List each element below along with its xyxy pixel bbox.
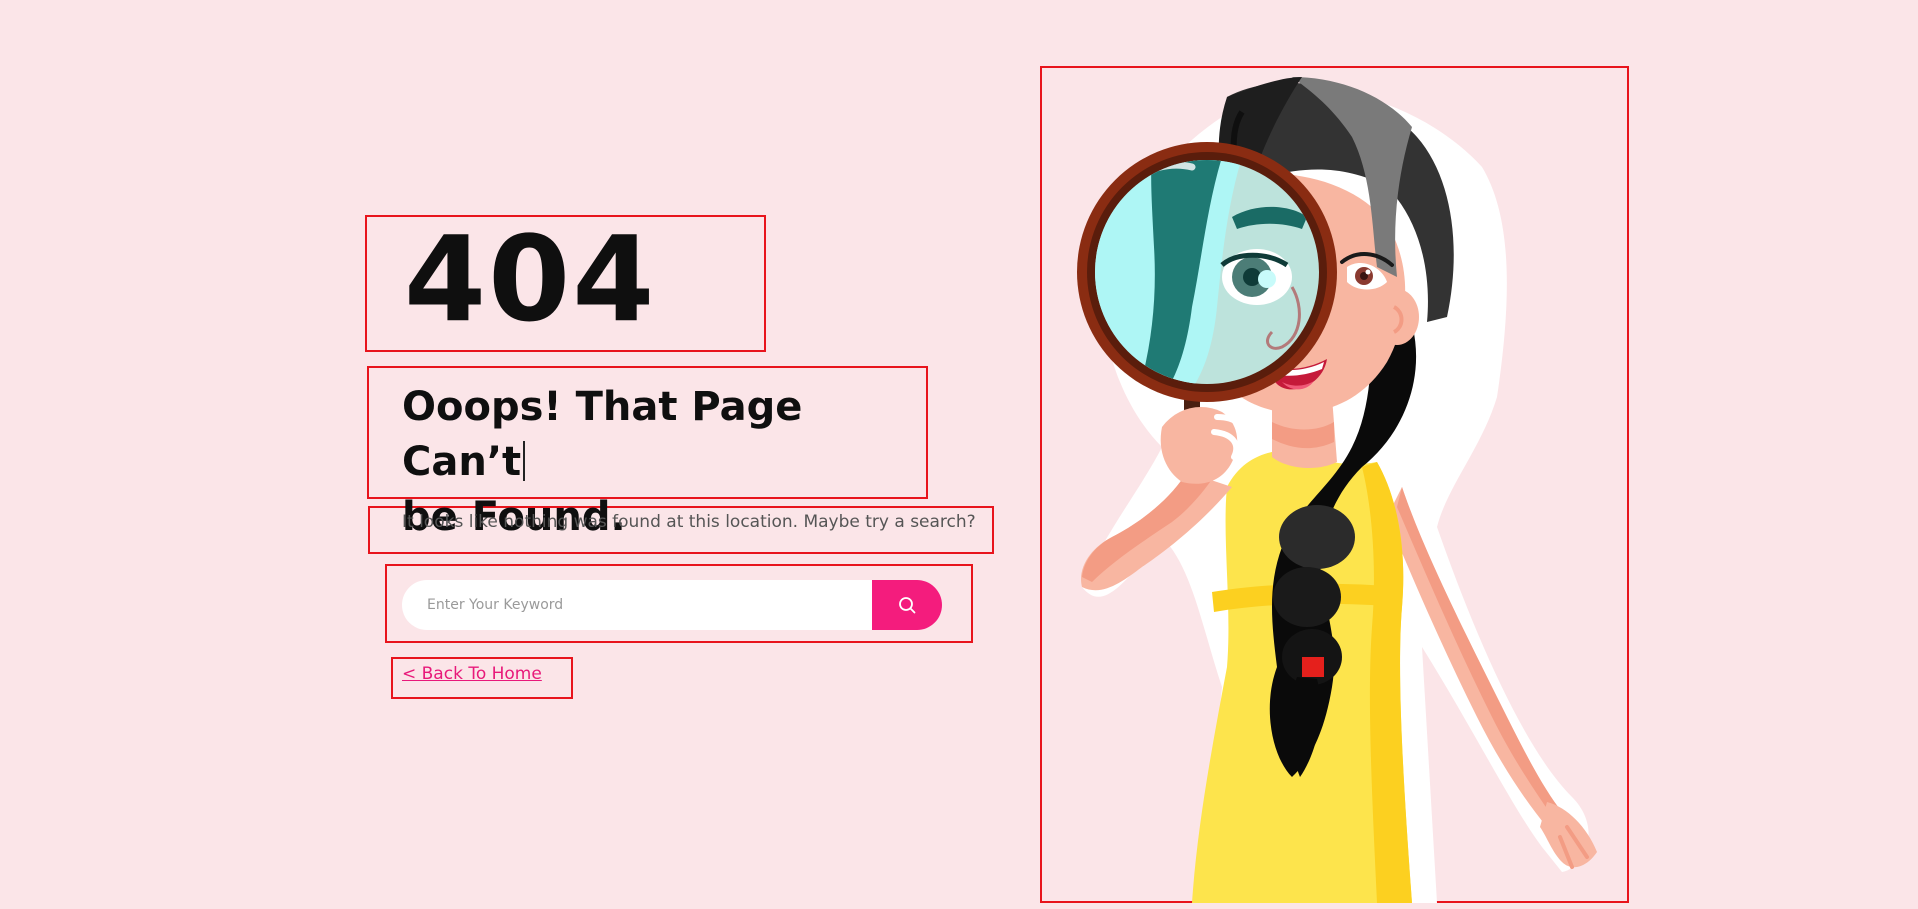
search-icon — [899, 597, 916, 614]
girl-with-magnifier-illustration — [1077, 77, 1597, 903]
error-code: 404 — [404, 210, 657, 348]
error-description: It looks like nothing was found at this … — [402, 512, 976, 532]
back-to-home-link[interactable]: < Back To Home — [402, 664, 542, 684]
search-input[interactable] — [402, 580, 872, 630]
page-title-line1: Ooops! That Page Can’t — [402, 384, 803, 485]
search-button[interactable] — [872, 580, 942, 630]
text-caret — [523, 441, 526, 481]
search-form — [402, 580, 942, 630]
